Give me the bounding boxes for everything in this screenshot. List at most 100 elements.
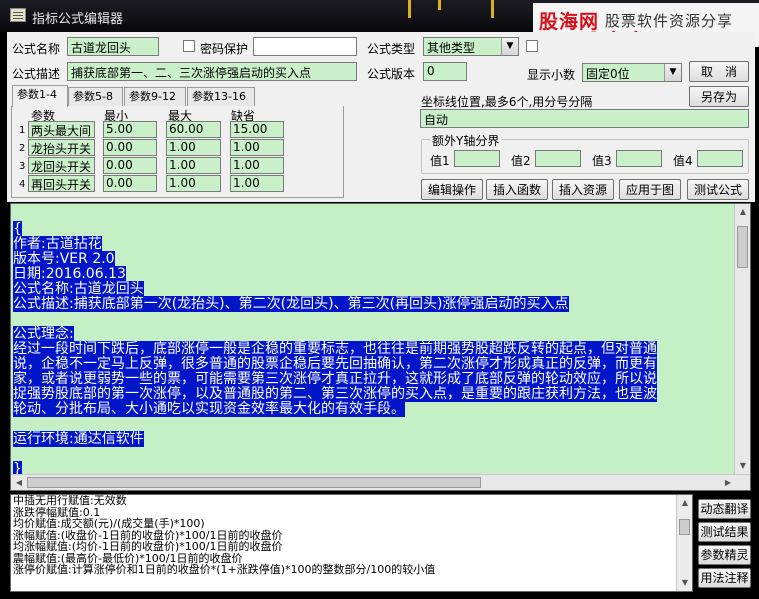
axis-label: 坐标线位置,最多6个,用分号分隔	[421, 95, 593, 109]
param-min-field[interactable]: 0.00	[103, 139, 157, 156]
code-line: 日期:2016.06.13	[13, 266, 126, 282]
tab-params-1-4[interactable]: 参数1-4	[12, 85, 68, 107]
app-icon	[10, 8, 26, 22]
insert-function-button[interactable]: 插入函数	[486, 179, 548, 200]
version-field[interactable]: 0	[423, 62, 467, 81]
code-line: 说，企稳不一定马上反弹，很多普通的股票企稳后要先回抽确认，第二次涨停才形成真正的…	[13, 356, 657, 372]
param-row-number: 1	[19, 125, 26, 136]
value4-label: 值4	[673, 154, 693, 168]
param-min-field[interactable]: 0.00	[103, 157, 157, 174]
scroll-up-icon[interactable]: ▲	[677, 495, 692, 511]
yaxis-group-caption: 额外Y轴分界	[430, 132, 502, 149]
param-max-field[interactable]: 1.00	[166, 139, 221, 156]
value1-field[interactable]	[454, 150, 500, 167]
password-label: 密码保护	[200, 42, 249, 56]
scroll-down-icon[interactable]: ▼	[735, 458, 750, 474]
param-name-field[interactable]: 两头最大间	[28, 121, 95, 138]
param-row-number: 3	[19, 161, 26, 172]
save-as-button[interactable]: 另存为	[689, 86, 749, 107]
decimal-label: 显示小数	[527, 68, 576, 82]
usage-notes-button[interactable]: 用法注释	[698, 568, 751, 588]
formula-form: 公式名称 古道龙回头 密码保护 公式类型 其他类型 ▼ 公式描述 捕获底部第一、…	[7, 32, 755, 202]
param-default-field[interactable]: 15.00	[230, 121, 284, 138]
value2-field[interactable]	[535, 150, 581, 167]
decoration	[438, 0, 441, 10]
apply-to-chart-button[interactable]: 应用于图	[619, 179, 681, 200]
tab-params-13-16[interactable]: 参数13-16	[187, 87, 255, 106]
param-default-field[interactable]: 1.00	[230, 157, 284, 174]
code-line: 公式描述:捕获底部第一次(龙抬头)、第二次(龙回头)、第三次(再回头)涨停强启动…	[13, 296, 569, 312]
editor-vertical-scrollbar[interactable]: ▲ ▼	[734, 204, 750, 474]
version-label: 公式版本	[367, 67, 416, 81]
param-name-field[interactable]: 龙抬头开关	[28, 139, 95, 156]
param-max-field[interactable]: 1.00	[166, 175, 221, 192]
value1-label: 值1	[430, 154, 450, 168]
name-label: 公式名称	[12, 42, 61, 56]
scroll-right-icon[interactable]: ▶	[720, 475, 736, 490]
dynamic-translate-button[interactable]: 动态翻译	[698, 499, 751, 519]
param-max-field[interactable]: 1.00	[166, 157, 221, 174]
param-wizard-button[interactable]: 参数精灵	[698, 545, 751, 565]
param-default-field[interactable]: 1.00	[230, 139, 284, 156]
code-line: 轮动、分批布局、大小通吃以实现资金效率最大化的有效手段。	[13, 401, 405, 417]
param-max-field[interactable]: 60.00	[166, 121, 221, 138]
chevron-down-icon[interactable]: ▼	[664, 64, 681, 81]
value4-field[interactable]	[697, 150, 743, 167]
cancel-button[interactable]: 取 消	[689, 61, 749, 82]
code-line: 经过一段时间下跌后，底部涨停一般是企稳的重要标志，也往往是前期强势股超跌反转的起…	[13, 341, 657, 357]
param-default-field[interactable]: 1.00	[230, 175, 284, 192]
scroll-left-icon[interactable]: ◀	[11, 475, 27, 490]
title-bar: 指标公式编辑器 股海网 股票软件资源分享 www.Guhai.com.cn	[0, 0, 759, 47]
translation-hints-pane[interactable]: 中插无用行赋值:无效数 涨跌停幅赋值:0.1 均价赋值:成交额(元)/(成交量(…	[10, 494, 693, 592]
code-line: 公式名称:古道龙回头	[13, 281, 144, 297]
code-line: 运行环境:通达信软件	[13, 431, 144, 447]
param-name-field[interactable]: 龙回头开关	[28, 157, 95, 174]
edit-operations-button[interactable]: 编辑操作	[421, 179, 483, 200]
code-line: 作者:古道拈花	[13, 236, 102, 252]
hint-line: 中插无用行赋值:无效数	[13, 494, 127, 507]
param-row-number: 2	[19, 143, 26, 154]
formula-type-value: 其他类型	[427, 41, 476, 55]
insert-resource-button[interactable]: 插入资源	[552, 179, 614, 200]
code-line: {	[13, 221, 22, 237]
chevron-down-icon[interactable]: ▼	[501, 38, 518, 55]
hints-scrollbar[interactable]: ▲ ▼	[676, 495, 692, 591]
scroll-up-icon[interactable]: ▲	[735, 204, 750, 220]
param-min-field[interactable]: 5.00	[103, 121, 157, 138]
code-content: { 作者:古道拈花 版本号:VER 2.0 日期:2016.06.13 公式名称…	[13, 221, 657, 477]
hint-line: 均价赋值:成交额(元)/(成交量(手)*100)	[13, 517, 205, 530]
axis-position-field[interactable]: 自动	[420, 109, 749, 128]
test-result-button[interactable]: 测试结果	[698, 522, 751, 542]
test-formula-button[interactable]: 测试公式	[687, 179, 749, 200]
formula-name-field[interactable]: 古道龙回头	[67, 37, 159, 56]
formula-type-select[interactable]: 其他类型 ▼	[423, 37, 519, 56]
formula-code-editor[interactable]: { 作者:古道拈花 版本号:VER 2.0 日期:2016.06.13 公式名称…	[10, 203, 751, 491]
tab-params-5-8[interactable]: 参数5-8	[68, 87, 123, 106]
yaxis-group: 额外Y轴分界 值1 值2 值3 值4	[421, 132, 749, 174]
scroll-thumb[interactable]	[737, 226, 748, 268]
scroll-thumb[interactable]	[27, 477, 481, 488]
scroll-down-icon[interactable]: ▼	[677, 575, 692, 591]
decimal-select[interactable]: 固定0位 ▼	[582, 63, 682, 82]
hint-line: 均涨幅赋值:(均价-1日前的收盘价)*100/1日前的收盘价	[13, 540, 283, 553]
formula-desc-field[interactable]: 捕获底部第一、二、三次涨停强启动的买入点	[67, 62, 357, 81]
scroll-thumb[interactable]	[679, 519, 690, 535]
hint-line: 涨停价赋值:计算涨停价和1日前的收盘价*(1+涨跌停值)*100的整数部分/10…	[13, 563, 436, 576]
desc-label: 公式描述	[12, 67, 61, 81]
param-min-field[interactable]: 0.00	[103, 175, 157, 192]
param-row-number: 4	[19, 179, 26, 190]
tab-params-9-12[interactable]: 参数9-12	[124, 87, 186, 106]
value3-label: 值3	[592, 154, 612, 168]
code-line: 公式理念:	[13, 326, 74, 342]
code-line: 版本号:VER 2.0	[13, 251, 115, 267]
param-name-field[interactable]: 再回头开关	[28, 175, 95, 192]
type-label: 公式类型	[367, 42, 416, 56]
decoration	[408, 0, 411, 18]
editor-horizontal-scrollbar[interactable]: ◀ ▶	[11, 474, 750, 490]
code-line: 捉强势股底部的第一次涨停，以及普通股的第二、第三次涨停的买入点，是重要的跟庄获利…	[13, 386, 657, 402]
extra-checkbox[interactable]	[526, 40, 538, 52]
value3-field[interactable]	[616, 150, 662, 167]
password-checkbox[interactable]	[183, 40, 195, 52]
password-field[interactable]	[253, 37, 357, 56]
value2-label: 值2	[511, 154, 531, 168]
